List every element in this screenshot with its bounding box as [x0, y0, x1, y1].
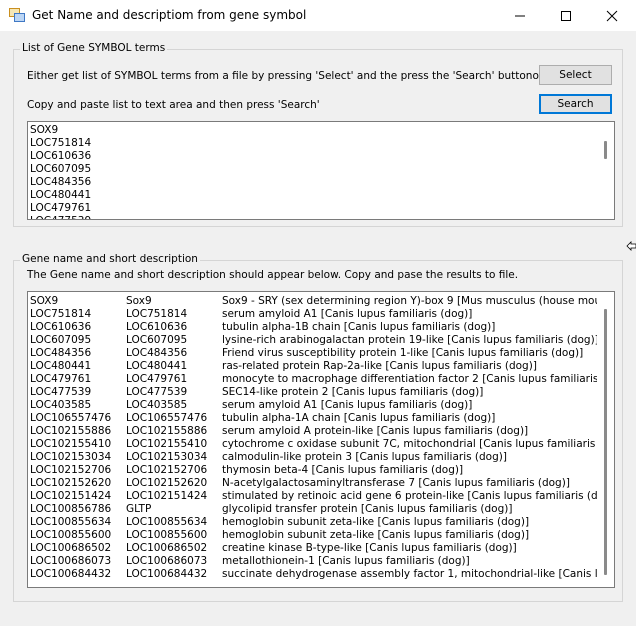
- result-description: tubulin alpha-1A chain [Canis lupus fami…: [222, 412, 496, 424]
- result-gene: LOC102152706: [126, 464, 208, 476]
- symbol-line: LOC484356: [30, 176, 92, 188]
- result-gene: LOC102152620: [126, 477, 208, 489]
- result-symbol: LOC607095: [30, 334, 92, 346]
- result-symbol: LOC477539: [30, 386, 92, 398]
- symbols-group-legend: List of Gene SYMBOL terms: [20, 42, 168, 54]
- window-title: Get Name and descriptiom from gene symbo…: [32, 8, 307, 22]
- result-symbol: LOC610636: [30, 321, 92, 333]
- result-symbol: LOC100686502: [30, 542, 112, 554]
- result-symbol: LOC100855600: [30, 529, 112, 541]
- select-instruction: Either get list of SYMBOL terms from a f…: [27, 70, 544, 82]
- symbol-line: SOX9: [30, 124, 59, 136]
- minimize-icon: [515, 15, 525, 16]
- result-gene: LOC102151424: [126, 490, 208, 502]
- result-description: SEC14-like protein 2 [Canis lupus famili…: [222, 386, 484, 398]
- symbol-line: LOC751814: [30, 137, 92, 149]
- result-description: cytochrome c oxidase subunit 7C, mitocho…: [222, 438, 615, 450]
- symbol-line: LOC610636: [30, 150, 92, 162]
- result-gene: LOC610636: [126, 321, 188, 333]
- result-description: serum amyloid A1 [Canis lupus familiaris…: [222, 308, 473, 320]
- result-description: hemoglobin subunit zeta-like [Canis lupu…: [222, 529, 530, 541]
- symbol-line: LOC607095: [30, 163, 92, 175]
- result-description: stimulated by retinoic acid gene 6 prote…: [222, 490, 615, 502]
- result-description: serum amyloid A1 [Canis lupus familiaris…: [222, 399, 473, 411]
- result-symbol: LOC102152706: [30, 464, 112, 476]
- result-gene: Sox9: [126, 295, 152, 307]
- results-group-legend: Gene name and short description: [20, 253, 200, 265]
- result-symbol: SOX9: [30, 295, 59, 307]
- result-gene: LOC477539: [126, 386, 188, 398]
- maximize-icon: [561, 10, 571, 21]
- result-gene: LOC102155410: [126, 438, 208, 450]
- result-symbol: LOC100856786: [30, 503, 112, 515]
- result-description: Friend virus susceptibility protein 1-li…: [222, 347, 584, 359]
- close-button[interactable]: [589, 0, 635, 31]
- maximize-button[interactable]: [543, 0, 589, 31]
- result-description: serum amyloid A protein-like [Canis lupu…: [222, 425, 529, 437]
- minimize-button[interactable]: [497, 0, 543, 31]
- result-gene: LOC100855634: [126, 516, 208, 528]
- symbol-line: LOC477539: [30, 215, 91, 219]
- symbol-line: LOC480441: [30, 189, 92, 201]
- close-icon: [606, 10, 618, 21]
- result-description: hemoglobin subunit zeta-like [Canis lupu…: [222, 516, 530, 528]
- result-symbol: LOC100686073: [30, 555, 112, 567]
- result-symbol: LOC100684432: [30, 568, 112, 580]
- symbol-line: LOC479761: [30, 202, 92, 214]
- result-gene: LOC479761: [126, 373, 188, 385]
- result-description: glycolipid transfer protein [Canis lupus…: [222, 503, 513, 515]
- symbols-list: SOX9 LOC751814 LOC610636 LOC607095 LOC484356…: [30, 124, 92, 219]
- results-textarea[interactable]: SOX9 Sox9 Sox9 - SRY (sex determining regi…: [27, 291, 615, 588]
- result-gene: LOC106557476: [126, 412, 208, 424]
- app-window-icon: [9, 8, 25, 22]
- title-bar: Get Name and descriptiom from gene symbo…: [0, 0, 636, 31]
- search-button[interactable]: Search: [539, 94, 612, 114]
- symbols-scrollbar[interactable]: [597, 122, 614, 219]
- result-gene: LOC480441: [126, 360, 188, 372]
- result-gene: LOC100855600: [126, 529, 208, 541]
- result-gene: LOC100686073: [126, 555, 208, 567]
- symbols-scroll-thumb[interactable]: [604, 141, 607, 159]
- result-symbol: LOC106557476: [30, 412, 112, 424]
- symbols-textarea[interactable]: SOX9 LOC751814 LOC610636 LOC607095 LOC484356…: [27, 121, 615, 220]
- result-symbol: LOC102155886: [30, 425, 112, 437]
- result-description: Sox9 - SRY (sex determining region Y)-bo…: [222, 295, 615, 307]
- result-gene: LOC751814: [126, 308, 188, 320]
- result-gene: LOC403585: [126, 399, 188, 411]
- result-gene: GLTP: [126, 503, 152, 515]
- result-gene: LOC100684432: [126, 568, 208, 580]
- result-symbol: LOC102153034: [30, 451, 112, 463]
- result-description: succinate dehydrogenase assembly factor …: [222, 568, 615, 580]
- select-button[interactable]: Select: [539, 65, 612, 85]
- result-gene: LOC607095: [126, 334, 188, 346]
- result-symbol: LOC100855634: [30, 516, 112, 528]
- result-symbol: LOC484356: [30, 347, 92, 359]
- result-description: creatine kinase B-type-like [Canis lupus…: [222, 542, 517, 554]
- result-gene: LOC484356: [126, 347, 188, 359]
- results-scroll-thumb[interactable]: [604, 309, 607, 575]
- result-gene: LOC100686502: [126, 542, 208, 554]
- result-description: N-acetylgalactosaminyltransferase 7 [Can…: [222, 477, 570, 489]
- results-instruction: The Gene name and short description shou…: [27, 269, 519, 281]
- result-symbol: LOC102151424: [30, 490, 112, 502]
- result-description: calmodulin-like protein 3 [Canis lupus f…: [222, 451, 507, 463]
- result-symbol: LOC102155410: [30, 438, 112, 450]
- result-symbol: LOC479761: [30, 373, 92, 385]
- paste-instruction: Copy and paste list to text area and the…: [27, 99, 320, 111]
- result-description: ras-related protein Rap-2a-like [Canis l…: [222, 360, 537, 372]
- result-description: metallothionein-1 [Canis lupus familiari…: [222, 555, 470, 567]
- result-symbol: LOC102152620: [30, 477, 112, 489]
- result-gene: LOC102153034: [126, 451, 208, 463]
- result-symbol: LOC751814: [30, 308, 92, 320]
- result-description: lysine-rich arabinogalactan protein 19-l…: [222, 334, 599, 346]
- result-symbol: LOC480441: [30, 360, 92, 372]
- result-description: tubulin alpha-1B chain [Canis lupus fami…: [222, 321, 496, 333]
- result-description: thymosin beta-4 [Canis lupus familiaris …: [222, 464, 464, 476]
- result-symbol: LOC403585: [30, 399, 92, 411]
- result-description: monocyte to macrophage differentiation f…: [222, 373, 615, 385]
- resize-cursor-icon: [626, 241, 636, 251]
- results-scrollbar[interactable]: [597, 292, 614, 587]
- result-gene: LOC102155886: [126, 425, 208, 437]
